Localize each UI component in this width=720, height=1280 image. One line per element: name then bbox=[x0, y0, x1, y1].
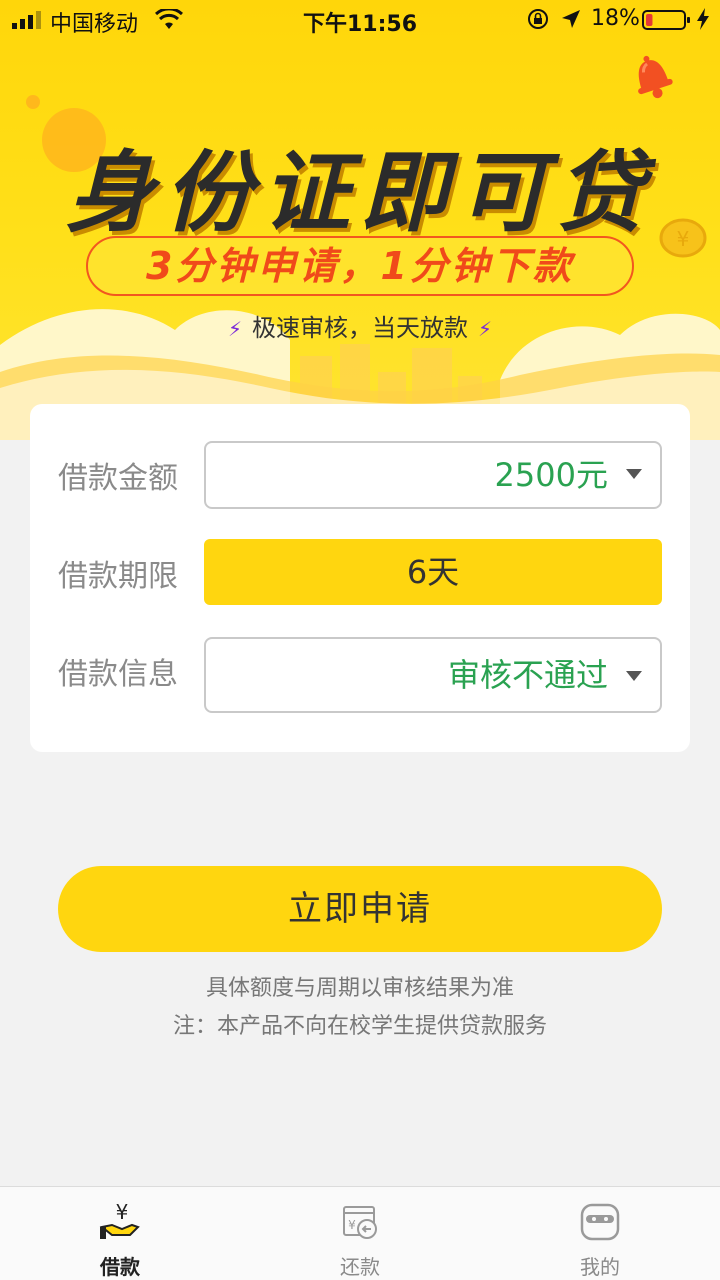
hero-title: 身份证即可贷 bbox=[65, 141, 654, 244]
rotation-lock-icon bbox=[528, 9, 548, 29]
student-note: 注：本产品不向在校学生提供贷款服务 bbox=[172, 1014, 547, 1039]
apply-button[interactable]: 立即申请 bbox=[58, 866, 662, 952]
battery-icon bbox=[642, 10, 690, 30]
tab-bar: ¥ 借款 ¥ 还款 我的 bbox=[0, 1186, 720, 1280]
battery-percent: 18% bbox=[591, 6, 640, 31]
amount-row: 借款金额 2500元 bbox=[30, 441, 690, 517]
tab-loan-label: 借款 bbox=[100, 1255, 140, 1279]
tab-profile[interactable]: 我的 bbox=[480, 1187, 720, 1280]
profile-icon bbox=[580, 1203, 620, 1241]
info-label: 借款信息 bbox=[58, 657, 178, 692]
hero-subtitle: 3分钟申请，1分钟下款 bbox=[86, 236, 634, 296]
tab-repay[interactable]: ¥ 还款 bbox=[240, 1187, 480, 1280]
chevron-down-icon bbox=[626, 469, 642, 479]
term-label: 借款期限 bbox=[58, 559, 178, 594]
info-row: 借款信息 审核不通过 bbox=[30, 637, 690, 713]
amount-label: 借款金额 bbox=[58, 461, 178, 496]
charging-icon bbox=[697, 8, 709, 30]
quota-note: 具体额度与周期以审核结果为准 bbox=[205, 976, 514, 1001]
tab-repay-label: 还款 bbox=[340, 1255, 380, 1279]
bell-icon[interactable] bbox=[628, 50, 676, 102]
hero-banner: ¥ 中国移动 下午11:56 18% 身份证即可贷 3分钟申请，1分钟下款 ⚡ … bbox=[0, 0, 720, 440]
hero-note-text: 极速审核，当天放款 bbox=[252, 314, 468, 342]
chevron-down-icon bbox=[626, 671, 642, 681]
repay-icon: ¥ bbox=[343, 1206, 377, 1239]
amount-select[interactable]: 2500元 bbox=[204, 441, 662, 509]
hero-note: ⚡ 极速审核，当天放款 ⚡ bbox=[0, 308, 720, 343]
info-select[interactable]: 审核不通过 bbox=[204, 637, 662, 713]
tab-profile-label: 我的 bbox=[580, 1255, 620, 1279]
lightning-icon: ⚡ bbox=[478, 317, 493, 341]
term-option[interactable]: 6天 bbox=[204, 539, 662, 605]
svg-text:¥: ¥ bbox=[348, 1218, 356, 1232]
loan-form-card: 借款金额 2500元 借款期限 6天 借款信息 审核不通过 bbox=[30, 404, 690, 752]
lightning-icon: ⚡ bbox=[227, 317, 242, 341]
term-row: 借款期限 6天 bbox=[30, 539, 690, 615]
status-bar: 中国移动 下午11:56 18% bbox=[0, 0, 720, 40]
amount-value: 2500元 bbox=[494, 456, 608, 494]
loan-icon: ¥ bbox=[99, 1201, 140, 1239]
svg-text:¥: ¥ bbox=[116, 1201, 129, 1224]
tab-loan[interactable]: ¥ 借款 bbox=[0, 1187, 240, 1280]
location-icon bbox=[562, 10, 580, 28]
info-value: 审核不通过 bbox=[447, 656, 608, 694]
